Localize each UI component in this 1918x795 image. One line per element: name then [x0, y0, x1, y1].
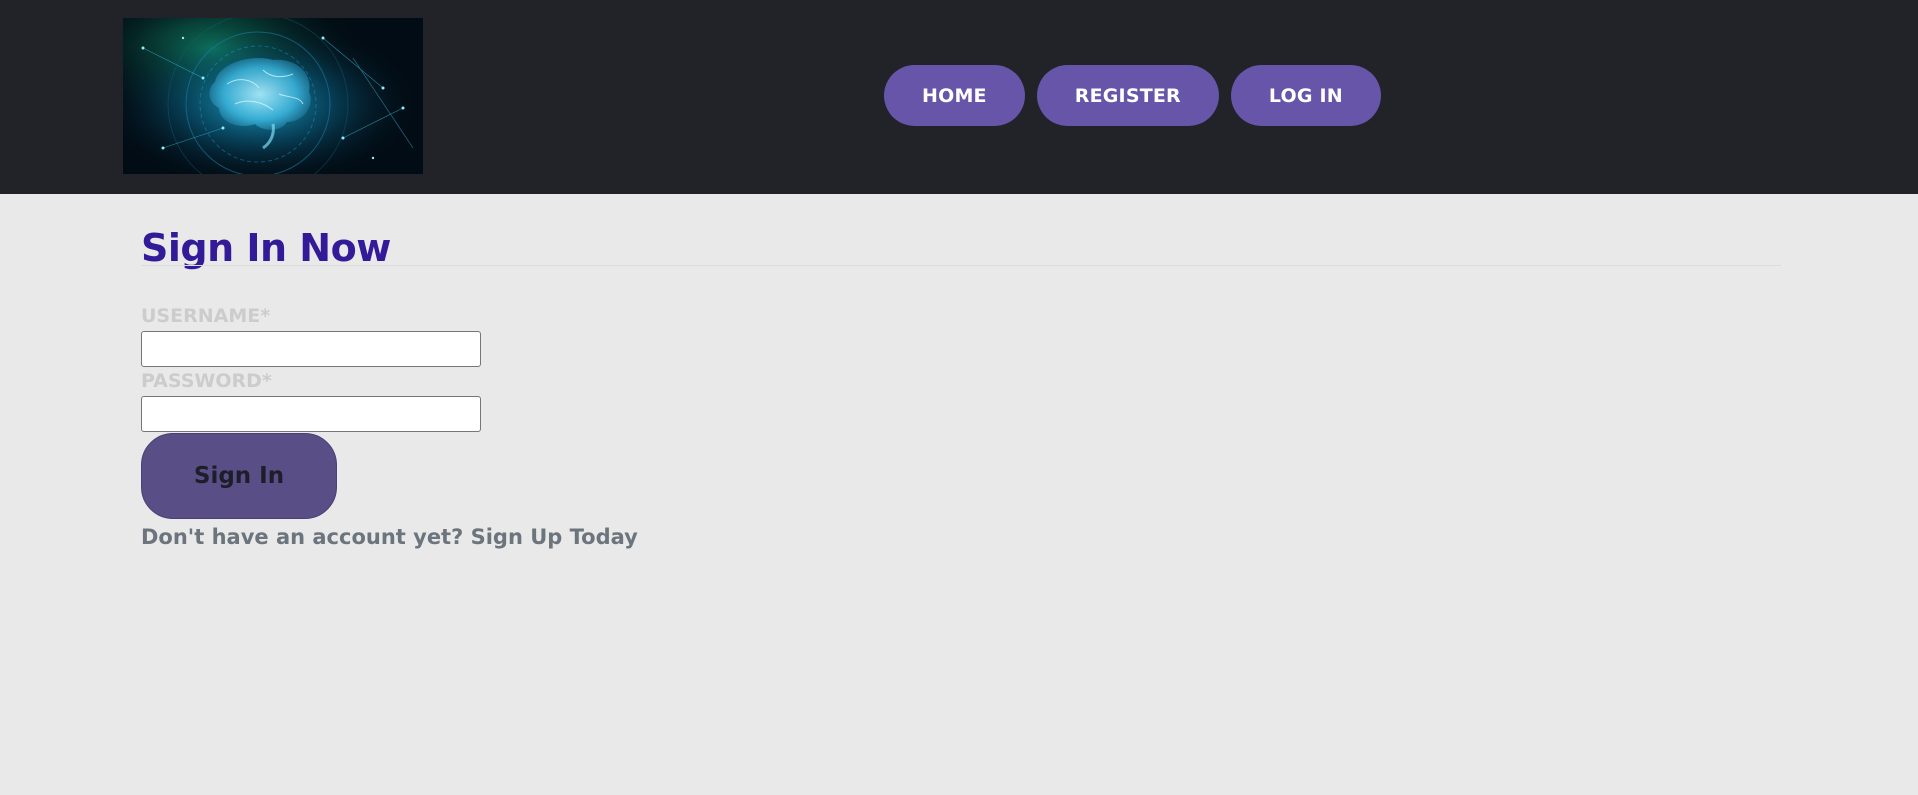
signup-prompt-text: Don't have an account yet?	[141, 525, 471, 549]
site-header: HOME REGISTER LOG IN	[0, 0, 1918, 194]
nav-register-button[interactable]: REGISTER	[1036, 65, 1219, 126]
signup-link[interactable]: Sign Up Today	[471, 525, 638, 549]
logo-brain-image[interactable]	[123, 18, 423, 174]
main-nav: HOME REGISTER LOG IN	[884, 65, 1381, 126]
password-label: PASSWORD*	[141, 370, 272, 392]
brain-icon	[123, 18, 423, 174]
signup-prompt: Don't have an account yet? Sign Up Today	[141, 525, 638, 549]
sign-in-button[interactable]: Sign In	[141, 433, 337, 519]
username-label: USERNAME*	[141, 305, 271, 327]
password-input[interactable]	[141, 396, 481, 432]
username-input[interactable]	[141, 331, 481, 367]
title-divider	[141, 265, 1781, 266]
page-title: Sign In Now	[141, 226, 391, 270]
nav-home-button[interactable]: HOME	[884, 65, 1025, 126]
nav-login-button[interactable]: LOG IN	[1230, 65, 1381, 126]
